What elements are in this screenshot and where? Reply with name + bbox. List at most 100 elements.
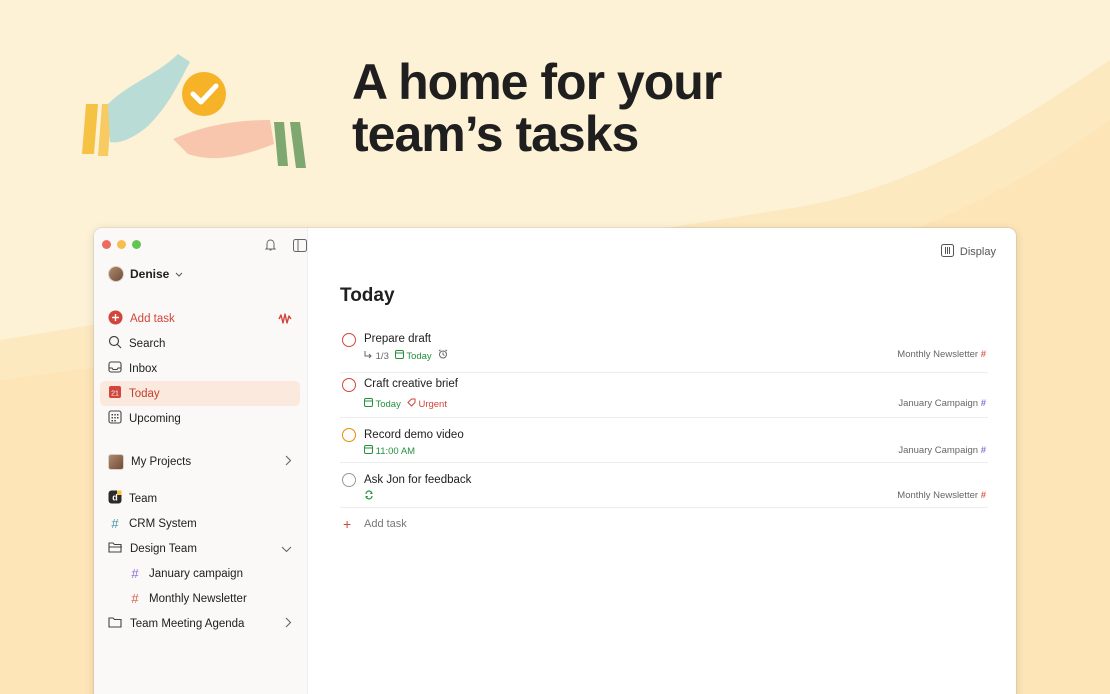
task-project[interactable]: January Campaign #	[898, 445, 986, 456]
task-label[interactable]: Urgent	[407, 398, 447, 410]
sidebar-item-label: Monthly Newsletter	[149, 592, 247, 605]
task-project[interactable]: January Campaign #	[898, 398, 986, 409]
sidebar-toggle-icon[interactable]	[293, 238, 307, 252]
sidebar-item-today[interactable]: 21 Today	[100, 381, 300, 406]
due-date[interactable]: Today	[364, 398, 401, 410]
sidebar-item-january-campaign[interactable]: # January campaign	[100, 561, 300, 586]
due-time[interactable]: 11:00 AM	[364, 445, 415, 457]
sidebar-item-label: Today	[129, 387, 160, 400]
hash-icon: #	[980, 445, 986, 456]
svg-text:21: 21	[111, 391, 119, 398]
hero-title-line1: A home for your	[352, 54, 722, 110]
waveform-icon[interactable]	[278, 312, 292, 328]
hash-icon: #	[980, 349, 986, 360]
sidebar-item-label: January campaign	[149, 567, 243, 580]
sidebar-item-label: Design Team	[130, 542, 197, 555]
maximize-window-button[interactable]	[132, 240, 141, 249]
sidebar-item-team-meeting-agenda[interactable]: Team Meeting Agenda	[100, 611, 300, 636]
chevron-down-icon[interactable]	[281, 544, 292, 556]
sidebar-item-label: Inbox	[129, 362, 158, 375]
task-project[interactable]: Monthly Newsletter #	[897, 490, 986, 501]
chevron-right-icon[interactable]	[285, 617, 292, 631]
sidebar-item-my-projects[interactable]: My Projects	[100, 449, 300, 474]
task-meta	[364, 490, 374, 503]
task-item[interactable]: Craft creative brief Today Urgent Januar…	[340, 373, 988, 418]
hands-coin-illustration	[82, 54, 306, 168]
page-title: Today	[340, 285, 395, 306]
chevron-right-icon[interactable]	[285, 455, 292, 469]
task-checkbox[interactable]	[342, 473, 356, 487]
task-project[interactable]: Monthly Newsletter #	[897, 349, 986, 360]
sidebar-top-icons	[264, 238, 307, 252]
chevron-down-icon	[175, 267, 183, 281]
hash-icon: #	[131, 591, 139, 606]
svg-text:d: d	[112, 493, 118, 503]
close-window-button[interactable]	[102, 240, 111, 249]
my-projects-avatar	[108, 453, 124, 470]
sidebar-item-label: My Projects	[131, 455, 192, 468]
subtask-count: 1/3	[364, 350, 389, 362]
task-name: Record demo video	[364, 429, 464, 441]
sidebar-item-label: Team Meeting Agenda	[130, 617, 245, 630]
calendar-icon	[394, 349, 404, 359]
subtask-icon	[364, 350, 372, 358]
sidebar-item-crm-system[interactable]: # CRM System	[100, 511, 300, 536]
minimize-window-button[interactable]	[117, 240, 126, 249]
hero-title-line2: team’s tasks	[352, 106, 639, 162]
display-label: Display	[959, 246, 996, 258]
folder-open-icon	[108, 541, 123, 557]
due-date[interactable]: Today	[394, 349, 432, 362]
add-task-button[interactable]: + Add task	[340, 508, 988, 538]
inbox-icon	[108, 360, 122, 377]
hash-icon: #	[111, 516, 119, 531]
avatar	[108, 266, 124, 282]
task-item[interactable]: Prepare draft 1/3 Today Monthly Newslett…	[340, 328, 988, 373]
calendar-icon	[364, 398, 373, 407]
sidebar-item-team[interactable]: d Team	[100, 486, 300, 511]
app-window: Denise Add task Search Inbox 21 Today Up…	[94, 228, 1016, 694]
main-content: Display Today Prepare draft 1/3 Today Mo…	[308, 228, 1016, 694]
sidebar-nav: Add task Search Inbox 21 Today Upcoming …	[100, 306, 300, 636]
plus-circle-icon	[108, 310, 123, 328]
display-button[interactable]: Display	[940, 244, 996, 260]
plus-icon: +	[343, 516, 352, 532]
sidebar-item-label: CRM System	[129, 517, 197, 530]
sidebar-item-label: Team	[129, 492, 158, 505]
task-checkbox[interactable]	[342, 333, 356, 347]
task-item[interactable]: Ask Jon for feedback Monthly Newsletter …	[340, 463, 988, 508]
task-meta: 1/3 Today	[364, 349, 448, 362]
task-meta: Today Urgent	[364, 398, 447, 410]
task-list: Prepare draft 1/3 Today Monthly Newslett…	[340, 328, 988, 538]
sidebar-item-inbox[interactable]: Inbox	[100, 356, 300, 381]
search-icon	[108, 335, 122, 352]
task-item[interactable]: Record demo video 11:00 AM January Campa…	[340, 418, 988, 463]
calendar-grid-icon	[108, 410, 122, 427]
sidebar-item-search[interactable]: Search	[100, 331, 300, 356]
sidebar-item-add-task[interactable]: Add task	[100, 306, 300, 331]
calendar-today-icon: 21	[108, 385, 122, 402]
hash-icon: #	[980, 490, 986, 501]
tag-icon	[407, 398, 416, 407]
sidebar-item-label: Add task	[130, 312, 175, 325]
task-meta: 11:00 AM	[364, 445, 415, 457]
task-name: Prepare draft	[364, 333, 432, 345]
hash-icon: #	[131, 566, 139, 581]
team-logo-icon: d	[108, 490, 122, 507]
sidebar-item-design-team[interactable]: Design Team	[100, 536, 300, 561]
columns-icon	[940, 244, 954, 260]
task-name: Ask Jon for feedback	[364, 474, 472, 486]
alarm-icon	[438, 349, 448, 362]
recurring-icon	[364, 490, 374, 503]
bell-icon[interactable]	[264, 238, 277, 252]
sidebar-item-label: Upcoming	[129, 412, 181, 425]
calendar-icon	[364, 445, 373, 454]
task-checkbox[interactable]	[342, 428, 356, 442]
user-switcher[interactable]: Denise	[108, 266, 183, 282]
sidebar-item-monthly-newsletter[interactable]: # Monthly Newsletter	[100, 586, 300, 611]
task-checkbox[interactable]	[342, 378, 356, 392]
hash-icon: #	[980, 398, 986, 409]
folder-icon	[108, 616, 123, 632]
sidebar-item-upcoming[interactable]: Upcoming	[100, 406, 300, 431]
sidebar-item-label: Search	[129, 337, 166, 350]
sidebar: Denise Add task Search Inbox 21 Today Up…	[94, 228, 308, 694]
